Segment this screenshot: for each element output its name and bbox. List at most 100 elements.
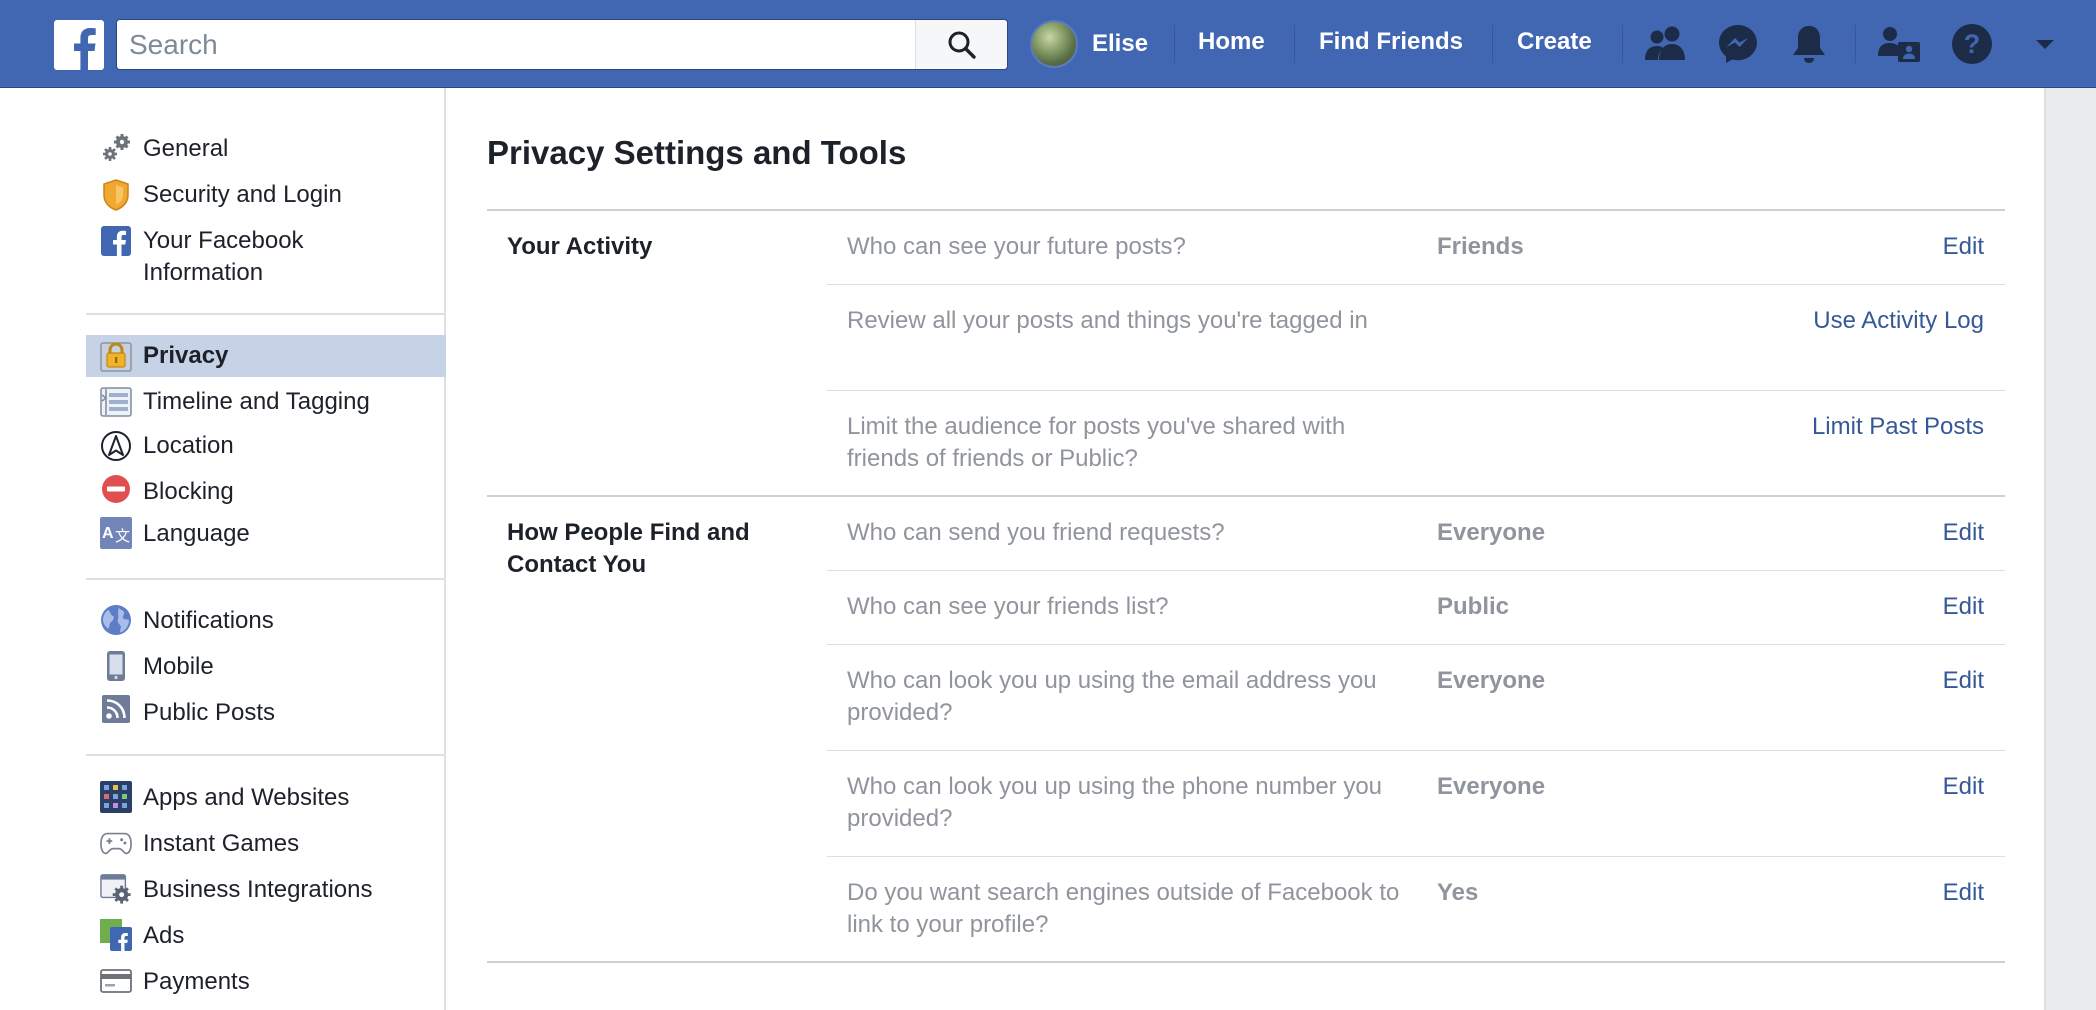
messenger-icon[interactable] bbox=[1713, 20, 1763, 68]
edit-email-lookup-link[interactable]: Edit bbox=[1943, 665, 1984, 697]
notifications-bell-icon[interactable] bbox=[1784, 20, 1834, 68]
sidebar-item-label: Information bbox=[143, 259, 264, 286]
sidebar-item-your-facebook-information[interactable]: Your Facebook Information bbox=[86, 224, 446, 290]
friend-requests-icon[interactable] bbox=[1641, 20, 1691, 68]
row-divider bbox=[827, 390, 2005, 391]
search-icon bbox=[948, 31, 976, 59]
nav-create-link[interactable]: Create bbox=[1517, 28, 1592, 56]
edit-phone-lookup-link[interactable]: Edit bbox=[1943, 771, 1984, 803]
sidebar-item-label: Instant Games bbox=[143, 830, 300, 857]
row-divider bbox=[827, 644, 2005, 645]
setting-question: Review all your posts and things you're … bbox=[847, 307, 1368, 334]
sidebar-item-apps-and-websites[interactable]: Apps and Websites bbox=[86, 781, 446, 815]
sidebar-divider bbox=[86, 578, 444, 580]
help-icon[interactable]: ? bbox=[1947, 20, 1997, 68]
setting-value: Public bbox=[1437, 593, 1510, 620]
sidebar-item-label: Location bbox=[143, 432, 234, 459]
row-divider bbox=[827, 570, 2005, 571]
sidebar-item-blocking[interactable]: Blocking bbox=[86, 475, 446, 509]
business-integrations-icon bbox=[100, 873, 132, 905]
setting-value: Everyone bbox=[1437, 519, 1546, 546]
padlock-icon bbox=[100, 340, 132, 372]
row-divider bbox=[827, 856, 2005, 857]
sidebar-item-privacy[interactable]: Privacy bbox=[86, 335, 446, 377]
sidebar-item-label: Privacy bbox=[143, 342, 229, 369]
edit-friends-list-link[interactable]: Edit bbox=[1943, 591, 1984, 623]
use-activity-log-link[interactable]: Use Activity Log bbox=[1813, 305, 1984, 337]
sidebar-item-label: Public Posts bbox=[143, 699, 276, 726]
sidebar-item-location[interactable]: Location bbox=[86, 429, 446, 463]
sidebar-item-label: Payments bbox=[143, 968, 250, 995]
location-arrow-icon bbox=[100, 430, 132, 462]
sidebar-item-public-posts[interactable]: Public Posts bbox=[86, 693, 446, 730]
globe-icon bbox=[100, 604, 132, 636]
section-title-how-people-find-you: How People Find and Contact You bbox=[507, 519, 750, 578]
setting-value: Everyone bbox=[1437, 667, 1546, 694]
sidebar-item-mobile[interactable]: Mobile bbox=[86, 650, 446, 684]
search-input[interactable] bbox=[117, 20, 915, 69]
svg-text:?: ? bbox=[1964, 29, 1981, 59]
apps-grid-icon bbox=[100, 781, 132, 813]
nav-divider bbox=[1622, 25, 1623, 63]
sidebar-item-ads[interactable]: Ads bbox=[86, 919, 446, 953]
search-bar bbox=[116, 19, 1008, 70]
sidebar-item-label: Ads bbox=[143, 922, 185, 949]
profile-link[interactable]: Elise bbox=[1030, 19, 1148, 69]
sidebar-item-label: Security and Login bbox=[143, 181, 342, 208]
sidebar-item-language[interactable]: A 文 Language bbox=[86, 517, 446, 551]
language-icon: A 文 bbox=[100, 517, 132, 549]
svg-text:文: 文 bbox=[115, 527, 130, 545]
sidebar-item-label: Timeline and Tagging bbox=[143, 388, 370, 415]
nav-home-link[interactable]: Home bbox=[1198, 28, 1265, 56]
sidebar-item-general[interactable]: General bbox=[86, 132, 446, 166]
setting-value: Yes bbox=[1437, 879, 1479, 906]
avatar bbox=[1030, 20, 1078, 68]
nav-divider bbox=[1294, 25, 1295, 63]
edit-friend-requests-link[interactable]: Edit bbox=[1943, 517, 1984, 549]
edit-future-posts-link[interactable]: Edit bbox=[1943, 231, 1984, 263]
sidebar-item-label: Your Facebook bbox=[143, 227, 304, 254]
block-icon bbox=[100, 473, 132, 505]
setting-question: Who can look you up using the phone numb… bbox=[847, 773, 1383, 832]
sidebar-item-timeline-and-tagging[interactable]: Timeline and Tagging bbox=[86, 385, 446, 419]
setting-question: Who can send you friend requests? bbox=[847, 519, 1225, 546]
account-menu-chevron-icon[interactable] bbox=[2020, 20, 2070, 68]
nav-divider bbox=[1855, 25, 1856, 63]
sidebar-divider bbox=[86, 313, 444, 315]
edit-search-engines-link[interactable]: Edit bbox=[1943, 877, 1984, 909]
sidebar-item-label: Business Integrations bbox=[143, 876, 373, 903]
gears-icon bbox=[100, 133, 132, 165]
ads-icon bbox=[100, 919, 132, 951]
sidebar-item-label: Language bbox=[143, 520, 250, 547]
rss-feed-icon bbox=[100, 693, 132, 725]
page-background bbox=[2046, 88, 2096, 1010]
limit-past-posts-link[interactable]: Limit Past Posts bbox=[1812, 411, 1984, 443]
timeline-icon bbox=[100, 386, 132, 418]
sidebar-item-payments[interactable]: Payments bbox=[86, 965, 446, 999]
shield-badge-icon bbox=[100, 179, 132, 211]
game-controller-icon bbox=[100, 827, 132, 859]
setting-value: Everyone bbox=[1437, 773, 1546, 800]
section-title-your-activity: Your Activity bbox=[507, 233, 653, 260]
sidebar-item-instant-games[interactable]: Instant Games bbox=[86, 827, 446, 861]
setting-value: Friends bbox=[1437, 233, 1524, 260]
nav-divider bbox=[1492, 25, 1493, 63]
credit-card-icon bbox=[100, 965, 132, 997]
nav-find-friends-link[interactable]: Find Friends bbox=[1319, 28, 1463, 56]
setting-question: Who can see your future posts? bbox=[847, 233, 1186, 260]
top-navigation-bar: Elise Home Find Friends Create bbox=[0, 0, 2096, 88]
svg-text:A: A bbox=[102, 525, 114, 542]
sidebar-item-security-and-login[interactable]: Security and Login bbox=[86, 178, 446, 212]
facebook-logo-icon[interactable] bbox=[54, 20, 104, 70]
search-button[interactable] bbox=[915, 20, 1007, 69]
sidebar-divider bbox=[86, 754, 444, 756]
sidebar-item-label: Apps and Websites bbox=[143, 784, 350, 811]
section-divider bbox=[487, 209, 2005, 211]
nav-divider bbox=[1174, 25, 1175, 63]
setting-question: Limit the audience for posts you've shar… bbox=[847, 413, 1346, 472]
quick-help-icon[interactable] bbox=[1875, 20, 1925, 68]
section-divider bbox=[487, 495, 2005, 497]
sidebar-item-business-integrations[interactable]: Business Integrations bbox=[86, 873, 446, 907]
sidebar-item-label: Mobile bbox=[143, 653, 214, 680]
sidebar-item-notifications[interactable]: Notifications bbox=[86, 604, 446, 638]
